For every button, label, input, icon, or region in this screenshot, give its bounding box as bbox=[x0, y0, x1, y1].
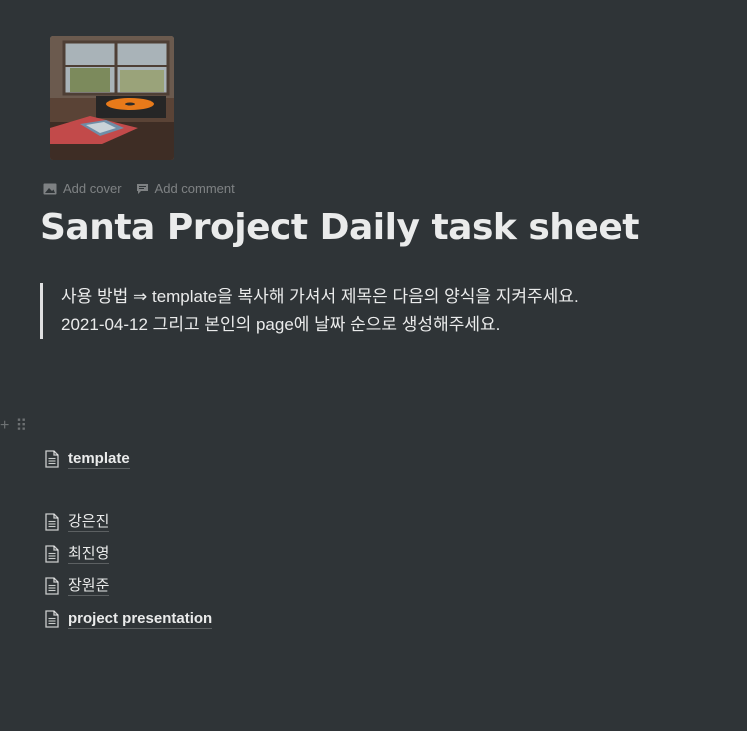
comment-icon bbox=[136, 183, 148, 194]
page-link-jang-wonjun[interactable]: 장원준 bbox=[44, 576, 110, 596]
document-icon bbox=[45, 513, 59, 531]
notion-page: Add cover Add comment Santa Project Dail… bbox=[0, 0, 747, 731]
document-icon bbox=[45, 450, 59, 468]
document-icon bbox=[45, 610, 59, 628]
page-link-kang-eunjin[interactable]: 강은진 bbox=[44, 512, 110, 532]
page-link-choi-jinyoung[interactable]: 최진영 bbox=[44, 544, 110, 564]
add-cover-label: Add cover bbox=[63, 181, 122, 196]
page-icon-image[interactable] bbox=[50, 36, 174, 160]
page-link-label: 강은진 bbox=[68, 513, 110, 532]
usage-quote-block[interactable]: 사용 방법 ⇒ template을 복사해 가셔서 제목은 다음의 양식을 지켜… bbox=[40, 283, 741, 339]
add-comment-button[interactable]: Add comment bbox=[136, 181, 235, 196]
page-link-label: template bbox=[68, 450, 130, 469]
record-player-photo-icon bbox=[50, 36, 174, 160]
add-cover-button[interactable]: Add cover bbox=[43, 181, 122, 196]
page-title[interactable]: Santa Project Daily task sheet bbox=[40, 207, 639, 248]
add-comment-label: Add comment bbox=[154, 181, 235, 196]
page-controls: Add cover Add comment bbox=[43, 181, 235, 196]
add-block-button[interactable]: + bbox=[0, 418, 9, 434]
drag-handle-icon[interactable]: ⠿ bbox=[15, 416, 27, 436]
page-link-label: project presentation bbox=[68, 610, 213, 629]
page-link-project-presentation[interactable]: project presentation bbox=[44, 609, 213, 629]
quote-line-2: 2021-04-12 그리고 본인의 page에 날짜 순으로 생성해주세요. bbox=[61, 315, 501, 334]
page-link-template[interactable]: template bbox=[44, 449, 130, 469]
page-link-label: 최진영 bbox=[68, 545, 110, 564]
quote-line-1: 사용 방법 ⇒ template을 복사해 가셔서 제목은 다음의 양식을 지켜… bbox=[61, 287, 579, 306]
block-handle: + ⠿ bbox=[0, 416, 27, 436]
document-icon bbox=[45, 545, 59, 563]
document-icon bbox=[45, 577, 59, 595]
page-link-label: 장원준 bbox=[68, 577, 110, 596]
image-icon bbox=[43, 183, 57, 194]
